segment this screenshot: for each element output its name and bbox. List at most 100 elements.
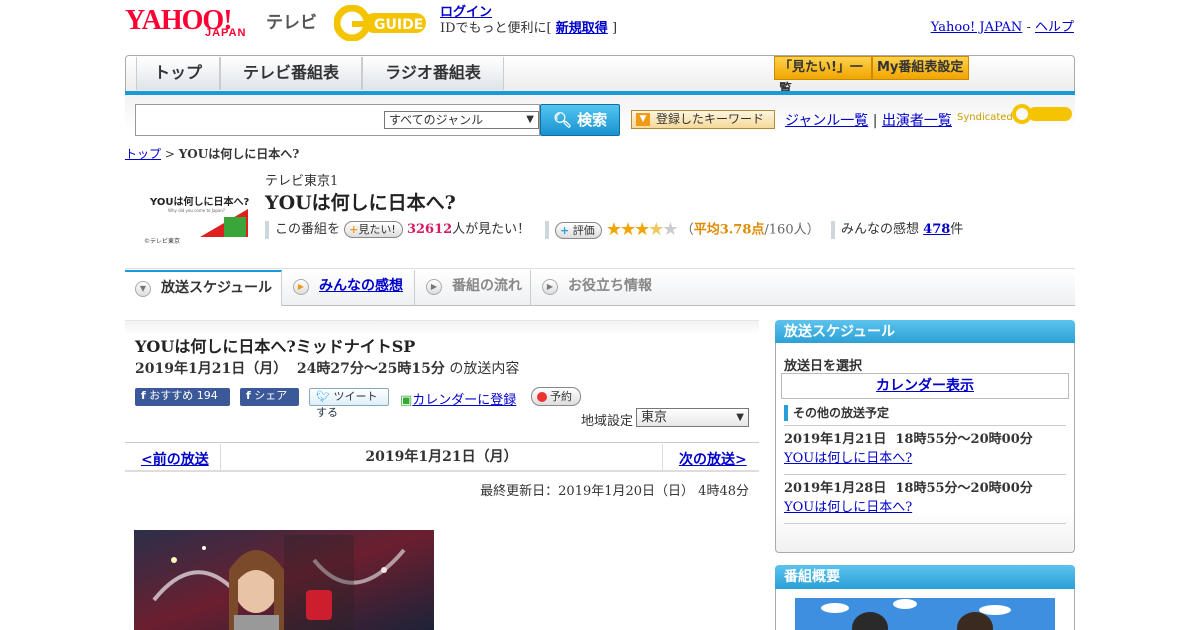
this-show-label: この番組を <box>275 222 341 237</box>
impressions-box: みんなの感想 478件 <box>831 221 963 239</box>
facebook-share-button[interactable]: f シェア <box>240 388 299 406</box>
chevron-right-icon: ▶ <box>426 279 442 295</box>
syndicated-gguide-logo: Syndicated <box>957 103 1075 127</box>
chevron-right-icon: ▶ <box>293 279 309 295</box>
impressions-label: みんなの感想 <box>841 222 920 237</box>
yahoo-japan-logo[interactable]: YAHOO! JAPAN <box>125 5 260 41</box>
calendar-register[interactable]: ▣カレンダーに登録 <box>400 389 516 408</box>
twitter-bird-icon: 🐦︎ <box>316 390 330 403</box>
want-to-watch-button[interactable]: +見たい! <box>344 221 403 238</box>
gguide-logo-text: GUIDE <box>374 17 423 33</box>
region-select[interactable]: 東京 ▼ <box>636 408 749 427</box>
search-link-divider: | <box>872 113 878 129</box>
genre-select[interactable]: すべてのジャンル ▼ <box>384 111 539 129</box>
thumbnail-subtitle: Why did you come to Japan? <box>168 208 225 213</box>
yahoo-japan-link[interactable]: Yahoo! JAPAN <box>931 20 1023 35</box>
tab-program-flow: ▶ 番組の流れ <box>416 270 531 306</box>
rating-stars: ★★★★★ <box>605 219 679 240</box>
next-broadcast-link[interactable]: 次の放送> <box>679 449 747 469</box>
reserve-label: 予約 <box>550 390 572 403</box>
thumbnail-title: YOUは何しに日本へ? <box>149 195 250 208</box>
tab-program-flow-label: 番組の流れ <box>452 278 522 294</box>
breadcrumb-top-link[interactable]: トップ <box>125 147 161 161</box>
japan-logo-text: JAPAN <box>205 27 247 39</box>
episode-title: YOUは何しに日本へ?ミッドナイトSP <box>135 337 416 356</box>
current-day-label: 2019年1月21日（月） <box>220 444 663 471</box>
impressions-suffix: 件 <box>950 222 964 237</box>
facebook-icon: f <box>141 389 146 402</box>
schedule-list-item: 2019年1月28日 18時55分～20時00分 YOUは何しに日本へ? <box>784 474 1066 517</box>
program-title: YOUは何しに日本へ? <box>265 192 456 214</box>
program-thumbnail: YOUは何しに日本へ? Why did you come to Japan? ©… <box>140 193 250 245</box>
help-link[interactable]: ヘルプ <box>1035 20 1074 35</box>
tab-impressions-label: みんなの感想 <box>319 278 403 294</box>
header-link-separator: - <box>1022 20 1035 35</box>
facebook-recommend-label: おすすめ <box>149 389 194 402</box>
login-sub-suffix: ] <box>611 21 618 36</box>
other-schedule-label: その他の放送予定 <box>784 405 889 421</box>
rating-open: （ <box>680 222 694 238</box>
tab-schedule[interactable]: ▼ 放送スケジュール <box>125 270 282 306</box>
keyword-button[interactable]: ▼ 登録したキーワード <box>631 110 775 129</box>
episode-datetime-value: 2019年1月21日（月） 24時27分～25時15分 <box>135 361 445 377</box>
schedule-item-title-link[interactable]: YOUは何しに日本へ? <box>784 451 912 466</box>
keyword-button-label: 登録したキーワード <box>656 112 765 126</box>
want-count: 32612 <box>406 222 453 237</box>
schedule-item-time: 2019年1月21日 18時55分～20時00分 <box>784 432 1033 447</box>
episode-datetime: 2019年1月21日（月） 24時27分～25時15分 の放送内容 <box>135 358 519 378</box>
tweet-button[interactable]: 🐦︎ ツイートする <box>309 388 389 419</box>
genre-select-value: すべてのジャンル <box>389 113 484 127</box>
rate-button-label: 評価 <box>572 223 595 237</box>
chevron-down-icon: ▼ <box>736 412 744 423</box>
schedule-item-time: 2019年1月28日 18時55分～20時00分 <box>784 481 1033 496</box>
want-to-watch-box: この番組を +見たい! 32612人が見たい！ <box>265 221 530 239</box>
breadcrumb-current: YOUは何しに日本へ? <box>178 147 300 161</box>
signup-link[interactable]: 新規取得 <box>556 21 608 36</box>
facebook-share-label: シェア <box>254 389 288 402</box>
search-button[interactable]: 🔍︎ 検索 <box>540 104 620 136</box>
gguide-logo[interactable]: GUIDE <box>333 4 432 42</box>
performers-link[interactable]: 出演者一覧 <box>882 113 952 129</box>
rating-box: + 評価 ★★★★★ （平均3.78点/160人） <box>545 221 820 239</box>
genre-list-link[interactable]: ジャンル一覧 <box>785 113 868 129</box>
calendar-add-icon: ▣ <box>400 393 413 408</box>
episode-datetime-suffix: の放送内容 <box>449 361 520 377</box>
last-updated: 最終更新日：2019年1月20日（日） 4時48分 <box>480 484 749 499</box>
region-label: 地域設定 <box>581 414 634 429</box>
search-button-label: 検索 <box>577 111 608 129</box>
calendar-register-link[interactable]: カレンダーに登録 <box>412 393 516 408</box>
main-nav: トップ テレビ番組表 ラジオ番組表 「見たい!」一覧 My番組表設定 <box>125 55 1075 97</box>
tab-schedule-label: 放送スケジュール <box>161 280 273 296</box>
my-settings-button[interactable]: My番組表設定 <box>872 56 969 80</box>
calendar-display-button[interactable]: カレンダー表示 <box>781 373 1069 399</box>
want-list-button[interactable]: 「見たい!」一覧 <box>774 56 872 97</box>
chevron-down-icon: ▼ <box>135 281 151 297</box>
tab-impressions[interactable]: ▶ みんなの感想 <box>283 270 415 306</box>
login-sub-prefix: IDでもっと便利に[ <box>440 21 552 36</box>
rating-average: 平均3.78点 <box>693 222 765 238</box>
nav-tab-tv-schedule[interactable]: テレビ番組表 <box>220 57 362 90</box>
nav-tab-radio-schedule[interactable]: ラジオ番組表 <box>362 57 504 90</box>
channel-name: テレビ東京1 <box>265 174 339 189</box>
search-icon: 🔍︎ <box>552 111 572 129</box>
rate-button[interactable]: + 評価 <box>555 221 602 239</box>
want-suffix: 人が見たい！ <box>452 222 531 237</box>
chevron-right-icon: ▶ <box>542 279 558 295</box>
nav-tab-top[interactable]: トップ <box>136 57 220 90</box>
schedule-item-title-link[interactable]: YOUは何しに日本へ? <box>784 500 912 515</box>
tab-useful-info-label: お役立ち情報 <box>568 278 652 294</box>
tv-logo-text[interactable]: テレビ <box>266 8 317 33</box>
overview-box-title: 番組概要 <box>775 565 1075 589</box>
syndicated-label: Syndicated <box>957 112 1013 123</box>
facebook-recommend-button[interactable]: f おすすめ 194 <box>135 388 230 406</box>
reserve-button[interactable]: 予約 <box>531 387 581 406</box>
triangle-down-icon: ▼ <box>636 113 650 126</box>
tab-useful-info: ▶ お役立ち情報 <box>532 270 670 306</box>
overview-photo <box>795 598 1055 630</box>
login-link[interactable]: ログイン <box>440 5 492 20</box>
plus-icon: + <box>349 223 359 236</box>
search-links: ジャンル一覧 | 出演者一覧 <box>785 110 952 130</box>
impressions-count-link[interactable]: 478 <box>923 222 950 237</box>
schedule-list-item: 2019年1月21日 18時55分～20時00分 YOUは何しに日本へ? <box>784 425 1066 468</box>
previous-broadcast-link[interactable]: <前の放送 <box>141 449 209 469</box>
